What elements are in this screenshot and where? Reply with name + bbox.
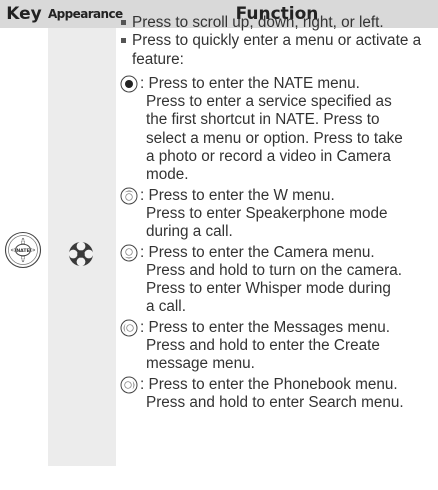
navigation-dpad-icon (68, 241, 94, 267)
entry-continuation: Press and hold to enter the Create messa… (120, 337, 438, 374)
bullet-item: Press to quickly enter a menu or activat… (120, 32, 438, 69)
bullet-item: Press to scroll up, down, right, or left… (120, 14, 438, 32)
entry-continuation: Press and hold to enter Search menu. (120, 394, 438, 412)
bullet-icon (121, 20, 126, 25)
header-key: Key (6, 4, 42, 24)
right-key-icon (120, 376, 138, 394)
entry-line: during a call. (146, 223, 233, 241)
entry-line: mode. (146, 166, 189, 184)
entry-first-line: : Press to enter the Messages menu. (140, 318, 390, 336)
entry-continuation: Press to enter Speakerphone mode during … (120, 205, 438, 242)
entry-line: a call. (146, 298, 186, 316)
entry-line: Press and hold to enter the Create (146, 337, 380, 355)
center-ok-key-icon (120, 75, 138, 93)
entry-continuation: Press to enter a service specified as th… (120, 93, 438, 184)
up-key-icon (120, 187, 138, 205)
function-entry-camera: : Press to enter the Camera menu. Press … (120, 244, 438, 317)
entry-line: select a menu or option. Press to take (146, 129, 403, 147)
entry-first-line: : Press to enter the NATE menu. (140, 74, 360, 92)
entry-line: Press and hold to turn on the camera. (146, 261, 402, 279)
function-entry-nate: : Press to enter the NATE menu. Press to… (120, 75, 438, 185)
entry-line: Press to enter Speakerphone mode (146, 204, 388, 222)
function-description: Press to scroll up, down, right, or left… (120, 14, 438, 412)
entry-continuation: Press and hold to turn on the camera. Pr… (120, 262, 438, 317)
function-entry-phonebook: : Press to enter the Phonebook menu. Pre… (120, 376, 438, 413)
function-entry-messages: : Press to enter the Messages menu. Pres… (120, 319, 438, 374)
entry-line: Press and hold to enter Search menu. (146, 393, 404, 411)
entry-line: Press to enter a service specified as (146, 93, 392, 111)
left-key-icon (120, 319, 138, 337)
bullet-icon (121, 38, 126, 44)
entry-first-line: : Press to enter the Phonebook menu. (140, 375, 398, 393)
bullet-text: Press to quickly enter a menu or activat… (132, 32, 422, 68)
svg-text:NATE: NATE (16, 248, 29, 254)
header-appearance: Appearance (48, 7, 123, 21)
entry-first-line: : Press to enter the Camera menu. (140, 243, 375, 261)
entry-first-line: : Press to enter the W menu. (140, 186, 335, 204)
function-entry-w: : Press to enter the W menu. Press to en… (120, 187, 438, 242)
navigation-key-icon: NATE (4, 231, 42, 269)
entry-line: a photo or record a video in Camera (146, 148, 391, 166)
down-key-icon (120, 244, 138, 262)
bullet-text: Press to scroll up, down, right, or left… (132, 14, 384, 31)
entry-line: message menu. (146, 355, 255, 373)
entry-line: the first shortcut in NATE. Press to (146, 111, 380, 129)
entry-line: Press to enter Whisper mode during (146, 280, 391, 298)
